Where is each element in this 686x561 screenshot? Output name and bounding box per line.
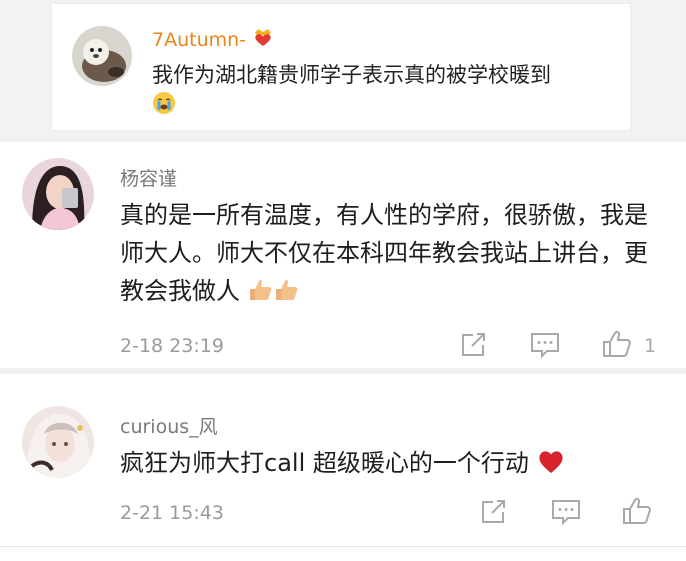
comment-icon — [531, 333, 559, 359]
comment-content: 疯狂为师大打call 超级暖心的一个行动 — [120, 444, 665, 485]
comment-item: 杨容谨 真的是一所有温度，有人性的学府，很骄傲，我是师大人。师大不仅在本科四年教… — [0, 142, 686, 368]
share-icon — [462, 333, 485, 356]
quoted-content: 我作为湖北籍贵师学子表示真的被学校暖到 — [152, 60, 622, 123]
comment-username[interactable]: 杨容谨 — [120, 164, 177, 191]
crown-heart-icon — [252, 27, 274, 52]
username-text[interactable]: 7Autumn- — [152, 29, 246, 51]
comment-item: curious_风 疯狂为师大打call 超级暖心的一个行动 2-21 15:4… — [0, 374, 686, 561]
share-button[interactable] — [480, 499, 508, 529]
share-button[interactable] — [460, 332, 488, 362]
comment-content-text: 真的是一所有温度，有人性的学府，很骄傲，我是师大人。师大不仅在本科四年教会我站上… — [120, 201, 648, 305]
quoted-username[interactable]: 7Autumn- — [152, 27, 274, 52]
comment-content: 真的是一所有温度，有人性的学府，很骄傲，我是师大人。师大不仅在本科四年教会我站上… — [120, 196, 665, 313]
like-button[interactable] — [622, 497, 652, 529]
like-count: 1 — [644, 335, 657, 357]
like-icon — [623, 497, 651, 524]
thumbs-up-icon — [274, 275, 300, 313]
reply-button[interactable] — [530, 332, 560, 362]
red-heart-icon — [537, 447, 565, 485]
comment-time: 2-21 15:43 — [120, 502, 224, 524]
quoted-content-text: 我作为湖北籍贵师学子表示真的被学校暖到 — [152, 63, 551, 87]
like-icon — [603, 330, 631, 357]
thumbs-up-icon — [248, 275, 274, 313]
comment-icon — [552, 500, 580, 526]
avatar[interactable] — [22, 406, 94, 478]
share-icon — [482, 500, 505, 523]
quoted-reply-card[interactable]: 7Autumn- 我作为湖北籍贵师学子表示真的被学校暖到 — [52, 4, 630, 130]
comment-time: 2-18 23:19 — [120, 335, 224, 357]
avatar[interactable] — [72, 26, 132, 86]
reply-button[interactable] — [551, 499, 581, 529]
bottom-divider — [0, 546, 686, 547]
avatar[interactable] — [22, 158, 94, 230]
comment-content-text: 疯狂为师大打call 超级暖心的一个行动 — [120, 449, 529, 477]
like-button[interactable] — [602, 330, 632, 362]
comment-username[interactable]: curious_风 — [120, 412, 218, 439]
crying-face-icon — [152, 91, 176, 123]
